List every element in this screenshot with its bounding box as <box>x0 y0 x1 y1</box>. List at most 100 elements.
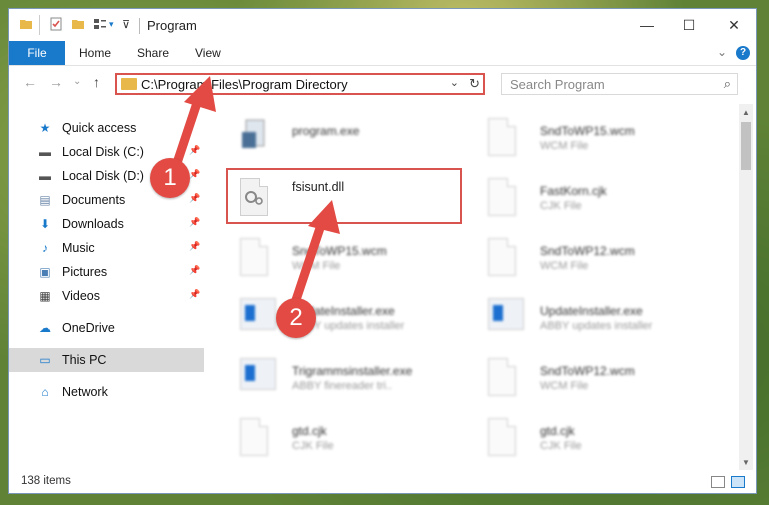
sidebar-item[interactable]: ♪ Music 📌 <box>9 236 204 260</box>
file-type: WCM File <box>540 140 589 152</box>
sidebar-item-label: Downloads <box>62 217 124 231</box>
title-bar: ▾ ⊽ Program — ☐ ✕ <box>9 9 756 41</box>
file-explorer-window: ▾ ⊽ Program — ☐ ✕ File Home Share View ⌄… <box>8 8 757 494</box>
dropdown-icon[interactable]: ▾ <box>109 19 114 30</box>
address-bar[interactable]: C:\Program Files\Program Directory ⌄ ↻ <box>115 73 485 95</box>
scroll-up-icon[interactable]: ▲ <box>742 108 750 117</box>
recent-locations-icon[interactable]: ⌄ <box>73 76 81 87</box>
music-icon: ♪ <box>42 241 48 255</box>
new-folder-icon[interactable] <box>71 17 85 36</box>
step-1-badge: 1 <box>150 158 190 198</box>
file-name: Trigrammsinstaller.exe <box>292 364 413 378</box>
search-icon: ⌕ <box>723 76 731 91</box>
file-item[interactable]: SndToWP15.wcm WCM File <box>468 110 708 166</box>
sidebar-item[interactable]: ★ Quick access <box>9 116 204 140</box>
search-placeholder: Search Program <box>510 77 605 92</box>
file-type: WCM File <box>540 260 589 272</box>
file-name: SndToWP15.wcm <box>540 124 635 138</box>
tab-share[interactable]: Share <box>137 41 169 65</box>
sidebar-item[interactable]: ⬇ Downloads 📌 <box>9 212 204 236</box>
cloud-icon: ☁ <box>39 321 51 335</box>
back-arrow-icon[interactable]: ← <box>23 74 37 90</box>
document-icon <box>488 358 518 396</box>
file-list: program.exe SndToWP15.wcm WCM File fsisunt.… <box>210 104 738 470</box>
file-name: FastKorn.cjk <box>540 184 607 198</box>
refresh-icon[interactable]: ↻ <box>469 76 480 92</box>
sidebar-item-label: Local Disk (D:) <box>62 169 144 183</box>
pin-icon[interactable]: 📌 <box>189 241 200 252</box>
download-icon: ⬇ <box>39 217 51 231</box>
view-options-icon[interactable] <box>93 17 107 36</box>
sidebar-item-label: This PC <box>62 353 107 367</box>
help-icon[interactable]: ? <box>736 46 750 60</box>
pin-icon[interactable]: 📌 <box>189 217 200 228</box>
file-item[interactable]: UpdateInstaller.exe ABBY updates installe… <box>220 290 460 346</box>
chevron-down-icon[interactable]: ⌄ <box>717 45 727 59</box>
file-type: CJK File <box>540 440 582 452</box>
file-item[interactable]: UpdateInstaller.exe ABBY updates installe… <box>468 290 708 346</box>
file-type: ABBY updates installer <box>540 320 653 332</box>
installer-icon <box>240 298 276 336</box>
file-item[interactable]: SndToWP12.wcm WCM File <box>468 230 708 286</box>
file-type: WCM File <box>540 380 589 392</box>
sidebar-item-label: OneDrive <box>62 321 115 335</box>
file-item[interactable]: FastKorn.cjk CJK File <box>468 170 708 226</box>
properties-icon[interactable] <box>49 17 63 36</box>
file-name: SndToWP12.wcm <box>540 364 635 378</box>
step-2-badge: 2 <box>276 298 316 338</box>
star-icon: ★ <box>39 121 51 135</box>
file-type: CJK File <box>540 200 582 212</box>
sidebar-item[interactable]: ☁ OneDrive <box>9 316 204 340</box>
pictures-icon: ▣ <box>39 265 51 279</box>
file-item[interactable]: gtd.cjk CJK File <box>220 410 460 466</box>
forward-arrow-icon[interactable]: → <box>49 74 63 90</box>
up-arrow-icon[interactable]: ↑ <box>93 74 100 90</box>
sidebar-item-label: Documents <box>62 193 126 207</box>
scroll-down-icon[interactable]: ▼ <box>742 458 750 467</box>
sidebar-item-label: Music <box>62 241 95 255</box>
sidebar-item[interactable]: ▣ Pictures 📌 <box>9 260 204 284</box>
large-icons-view-icon[interactable] <box>731 476 745 488</box>
close-button[interactable]: ✕ <box>724 15 744 35</box>
details-view-icon[interactable] <box>711 476 725 488</box>
document-icon <box>240 418 270 456</box>
customize-toolbar-icon[interactable]: ⊽ <box>122 18 130 31</box>
file-name: program.exe <box>292 124 360 138</box>
sidebar-item-label: Local Disk (C:) <box>62 145 144 159</box>
maximize-button[interactable]: ☐ <box>679 15 699 35</box>
minimize-button[interactable]: — <box>637 15 657 35</box>
chevron-down-icon[interactable]: ⌄ <box>450 76 459 89</box>
search-input[interactable]: Search Program ⌕ <box>501 73 738 95</box>
sidebar-item[interactable]: ▭ This PC <box>9 348 204 372</box>
document-icon <box>488 118 518 156</box>
pin-icon[interactable]: 📌 <box>189 193 200 204</box>
tab-home[interactable]: Home <box>79 41 111 65</box>
installer-icon <box>240 358 276 396</box>
videos-icon: ▦ <box>39 289 51 303</box>
item-count: 138 items <box>21 475 71 487</box>
file-item[interactable]: SndToWP12.wcm WCM File <box>468 350 708 406</box>
vertical-scrollbar[interactable]: ▲ ▼ <box>739 104 753 470</box>
folder-icon[interactable] <box>19 17 33 36</box>
window-title: Program <box>147 18 197 33</box>
tab-view[interactable]: View <box>195 41 221 65</box>
file-name: gtd.cjk <box>292 424 327 438</box>
drive-icon: ▬ <box>39 169 51 183</box>
file-item[interactable]: Trigrammsinstaller.exe ABBY finereader tr… <box>220 350 460 406</box>
file-item[interactable]: SndToWP15.wcm WCM File <box>220 230 460 286</box>
pin-icon[interactable]: 📌 <box>189 289 200 300</box>
folder-icon <box>121 78 137 90</box>
file-item[interactable]: gtd.cjk CJK File <box>468 410 708 466</box>
pin-icon[interactable]: 📌 <box>189 169 200 180</box>
scrollbar-thumb[interactable] <box>741 122 751 170</box>
status-bar: 138 items <box>9 473 756 493</box>
file-name: SndToWP15.wcm <box>292 244 387 258</box>
document-icon <box>240 238 270 276</box>
pin-icon[interactable]: 📌 <box>189 265 200 276</box>
sidebar-item[interactable]: ⌂ Network <box>9 380 204 404</box>
pin-icon[interactable]: 📌 <box>189 145 200 156</box>
sidebar-item[interactable]: ▦ Videos 📌 <box>9 284 204 308</box>
tab-file[interactable]: File <box>9 41 65 65</box>
file-item[interactable]: program.exe <box>220 110 460 166</box>
ribbon-tabs: File Home Share View ⌄ ? <box>9 41 756 66</box>
